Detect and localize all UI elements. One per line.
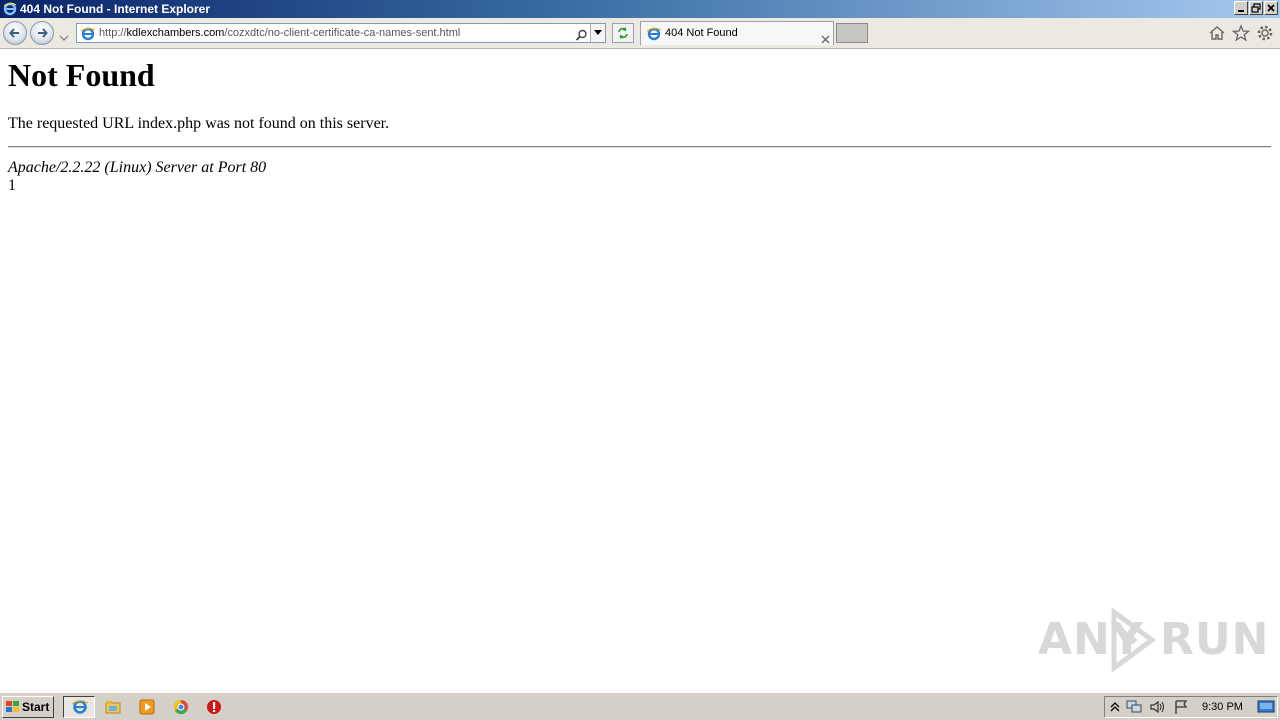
star-icon[interactable] — [1232, 24, 1250, 42]
gear-icon[interactable] — [1256, 24, 1274, 42]
server-signature: Apache/2.2.22 (Linux) Server at Port 80 — [8, 159, 267, 176]
chevron-down-icon — [59, 35, 69, 41]
chrome-icon[interactable] — [172, 698, 190, 716]
address-dropdown[interactable] — [590, 24, 605, 42]
show-desktop-icon[interactable] — [1257, 699, 1275, 715]
ie-tab-icon — [646, 26, 662, 45]
home-icon[interactable] — [1208, 24, 1226, 42]
close-window-button[interactable] — [1264, 1, 1278, 15]
tab-404-not-found[interactable]: 404 Not Found — [640, 21, 834, 45]
taskbar-internet-explorer[interactable] — [63, 696, 95, 718]
url-host: kdlexchambers.com — [126, 27, 225, 39]
tab-label: 404 Not Found — [665, 27, 738, 39]
refresh-button[interactable] — [612, 23, 634, 43]
back-button[interactable] — [3, 21, 27, 45]
error-message: The requested URL index.php was not foun… — [8, 115, 390, 132]
chevron-up-icon[interactable] — [1109, 699, 1121, 715]
new-tab-button[interactable] — [836, 23, 868, 43]
window-controls — [1234, 1, 1278, 15]
refresh-icon — [618, 27, 628, 39]
back-arrow-icon — [9, 28, 19, 38]
url-text[interactable]: http://kdlexchambers.com/cozxdtc/no-clie… — [99, 27, 569, 39]
minimize-icon — [1238, 10, 1244, 12]
restore-icon — [1251, 3, 1261, 13]
close-icon — [1267, 4, 1275, 12]
title-bar: 404 Not Found - Internet Explorer — [0, 0, 1280, 18]
volume-icon[interactable] — [1149, 699, 1167, 715]
extra-text: 1 — [8, 177, 16, 194]
forward-button[interactable] — [30, 21, 54, 45]
flag-icon[interactable] — [1173, 699, 1191, 715]
clock[interactable]: 9:30 PM — [1202, 701, 1243, 713]
start-label: Start — [22, 700, 50, 714]
dropdown-arrow-icon — [594, 30, 602, 35]
forward-arrow-icon — [38, 28, 48, 38]
page-heading: Not Found — [8, 57, 155, 93]
window-title: 404 Not Found - Internet Explorer — [20, 2, 211, 16]
navigation-bar: http://kdlexchambers.com/cozxdtc/no-clie… — [0, 18, 1280, 49]
taskbar: Start 9:30 PM — [0, 692, 1280, 720]
minimize-button[interactable] — [1234, 1, 1248, 15]
url-prefix: http:// — [99, 27, 127, 39]
network-icon[interactable] — [1125, 699, 1143, 715]
recent-pages-dropdown[interactable] — [58, 28, 70, 41]
close-tab-icon[interactable] — [821, 29, 830, 48]
browser-toolbar-icons — [1208, 24, 1274, 42]
divider — [8, 146, 1271, 148]
search-icon[interactable] — [575, 27, 588, 46]
watermark-right-text: RUN — [1160, 614, 1270, 665]
ie-icon — [71, 700, 89, 714]
anyrun-watermark: ANY RUN — [1036, 608, 1268, 672]
play-logo-icon — [1111, 608, 1157, 672]
restore-button[interactable] — [1249, 1, 1263, 15]
url-path: /cozxdtc/no-client-certificate-ca-names-… — [224, 27, 461, 39]
start-button[interactable]: Start — [2, 696, 54, 718]
system-tray: 9:30 PM — [1104, 696, 1278, 718]
windows-logo-icon — [6, 701, 19, 712]
file-explorer-icon[interactable] — [104, 698, 122, 716]
ie-page-icon — [80, 26, 96, 45]
address-bar[interactable]: http://kdlexchambers.com/cozxdtc/no-clie… — [76, 23, 606, 43]
media-player-icon[interactable] — [138, 698, 156, 716]
security-alert-icon[interactable] — [205, 698, 223, 716]
